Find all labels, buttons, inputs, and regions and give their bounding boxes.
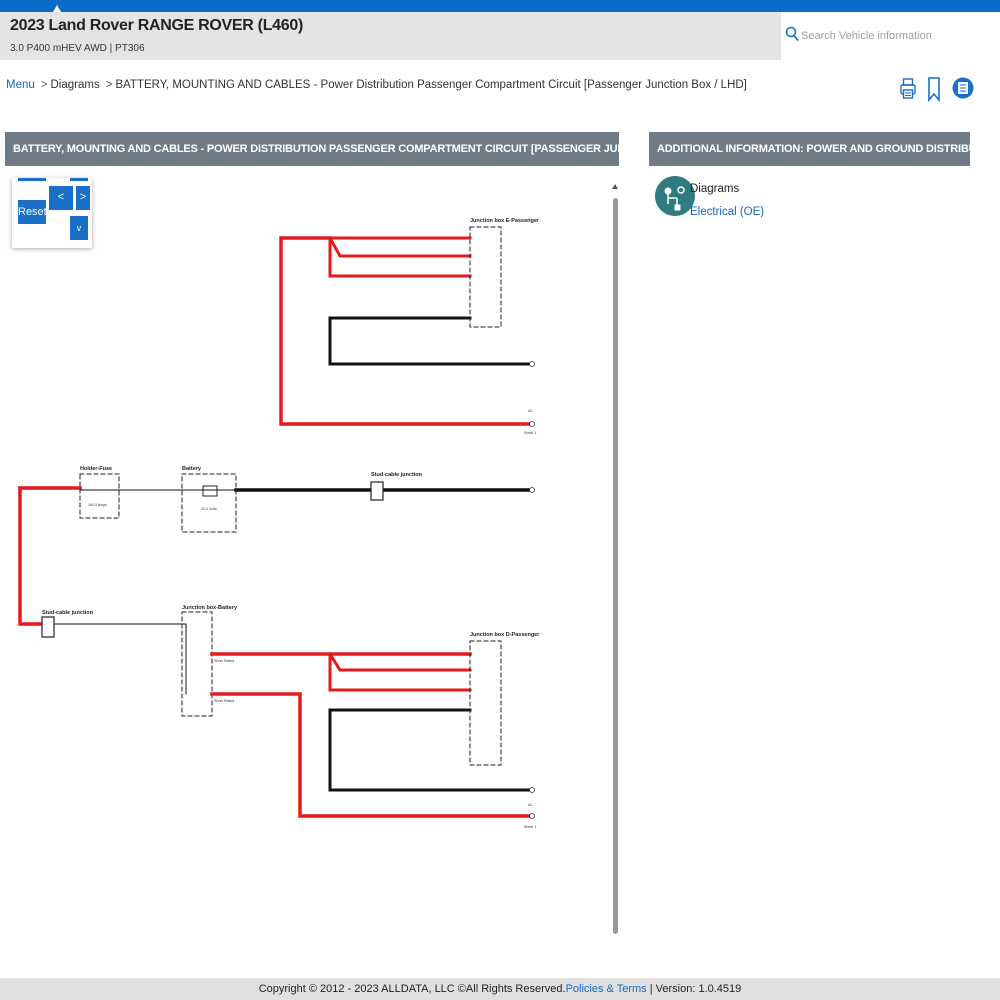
- wire-black: [328, 708, 532, 792]
- label-fuse-amps: 160.0 Amps: [88, 503, 107, 507]
- policies-terms-link[interactable]: Policies & Terms: [566, 983, 647, 995]
- wire-red-top-loop: [279, 236, 532, 426]
- nav-top-edge: [70, 178, 88, 181]
- reset-button[interactable]: Reset: [18, 200, 47, 224]
- connector-terminal: [529, 787, 535, 793]
- label-a2: A2: [528, 803, 532, 807]
- pan-down-button[interactable]: v: [70, 216, 88, 240]
- label-stud-junction-1: Stud-cable junction: [371, 472, 423, 478]
- vehicle-header: 2023 Land Rover RANGE ROVER (L460) 3.0 P…: [0, 12, 781, 60]
- battery-symbol: [202, 485, 218, 497]
- connector-terminal: [529, 361, 535, 367]
- breadcrumb-separator: >: [40, 79, 48, 91]
- label-silver-plated: Silver Plated: [214, 699, 234, 703]
- wiring-diagram-canvas[interactable]: Junction box E-Passenger Holder-Fuse Bat…: [5, 166, 619, 934]
- battery-box: [181, 473, 237, 533]
- connector-terminal: [529, 421, 535, 427]
- stud-junction-1: [370, 481, 384, 501]
- page-toolbar: [896, 72, 976, 106]
- connector-terminal: [529, 813, 535, 819]
- wire-black: [328, 316, 532, 366]
- label-jb-d-passenger: Junction box D-Passenger: [470, 632, 540, 638]
- additional-info-item: Diagrams Electrical (OE): [655, 176, 965, 244]
- wiring-diagram[interactable]: Junction box E-Passenger Holder-Fuse Bat…: [5, 166, 619, 934]
- menu-caret-icon: [53, 5, 61, 12]
- print-icon[interactable]: [900, 76, 916, 102]
- scroll-thumb[interactable]: [613, 198, 618, 934]
- footer-copyright: Copyright © 2012 - 2023 ALLDATA, LLC ©Al…: [258, 983, 566, 995]
- wire-red: [327, 651, 472, 672]
- search-input[interactable]: [801, 26, 991, 46]
- electrical-oe-link[interactable]: Electrical (OE): [690, 206, 764, 218]
- wire-red: [327, 235, 472, 258]
- diagram-scrollbar[interactable]: [612, 182, 619, 934]
- label-volts: 12.0 Volts: [201, 507, 217, 511]
- breadcrumb-separator: >: [105, 79, 113, 91]
- stud-junction-2: [41, 616, 55, 638]
- label-battery: Battery: [182, 466, 202, 472]
- label-holder-fuse: Holder-Fuse: [80, 466, 112, 472]
- nav-top-edge: [18, 178, 46, 181]
- label-silver-plated: Silver Plated: [214, 659, 234, 663]
- label-sheet1: Sheet 1: [524, 431, 536, 435]
- wire-red: [18, 486, 44, 626]
- junction-box-e-passenger: [469, 226, 502, 328]
- holder-fuse-box: [79, 473, 120, 519]
- footer-version: | Version: 1.0.4519: [649, 983, 742, 995]
- info-item-title: Diagrams: [690, 183, 740, 195]
- vehicle-subtitle: 3.0 P400 mHEV AWD | PT306: [10, 43, 145, 54]
- breadcrumb-diagrams[interactable]: Diagrams: [51, 79, 100, 91]
- breadcrumb-menu[interactable]: Menu: [6, 79, 35, 91]
- bookmark-icon[interactable]: [927, 76, 941, 102]
- breadcrumb: Menu > Diagrams > BATTERY, MOUNTING AND CABL…: [6, 79, 747, 91]
- label-sheet1: Sheet 1: [524, 825, 536, 829]
- breadcrumb-current: BATTERY, MOUNTING AND CABLES - Power Dis…: [115, 79, 747, 91]
- top-accent-bar: [0, 0, 1000, 12]
- junction-box-d-passenger: [469, 640, 502, 766]
- scroll-up-arrow-icon[interactable]: [612, 184, 618, 189]
- footer: Copyright © 2012 - 2023 ALLDATA, LLC ©Al…: [0, 978, 1000, 1000]
- pan-left-button[interactable]: <: [49, 186, 73, 210]
- vehicle-title[interactable]: 2023 Land Rover RANGE ROVER (L460): [10, 17, 303, 35]
- wire-red: [210, 692, 532, 818]
- wiring-diagram-icon: [655, 176, 695, 216]
- notes-icon[interactable]: [952, 72, 974, 106]
- search-icon[interactable]: [785, 26, 799, 42]
- label-stud-junction-2: Stud-cable junction: [42, 610, 94, 616]
- diagram-nav-controls: Reset < > v: [12, 178, 92, 248]
- wire-red: [328, 652, 472, 692]
- label-a2: A2: [528, 409, 532, 413]
- additional-info-title: ADDITIONAL INFORMATION: POWER AND GROUND…: [649, 132, 970, 166]
- diagram-panel-title: BATTERY, MOUNTING AND CABLES - POWER DIS…: [5, 132, 619, 166]
- pan-right-button[interactable]: >: [76, 186, 90, 210]
- connector-terminal: [529, 487, 535, 493]
- label-jb-e-passenger: Junction box E-Passenger: [470, 218, 540, 224]
- label-jb-battery: Junction box-Battery: [182, 605, 238, 611]
- vehicle-search: [781, 12, 1000, 60]
